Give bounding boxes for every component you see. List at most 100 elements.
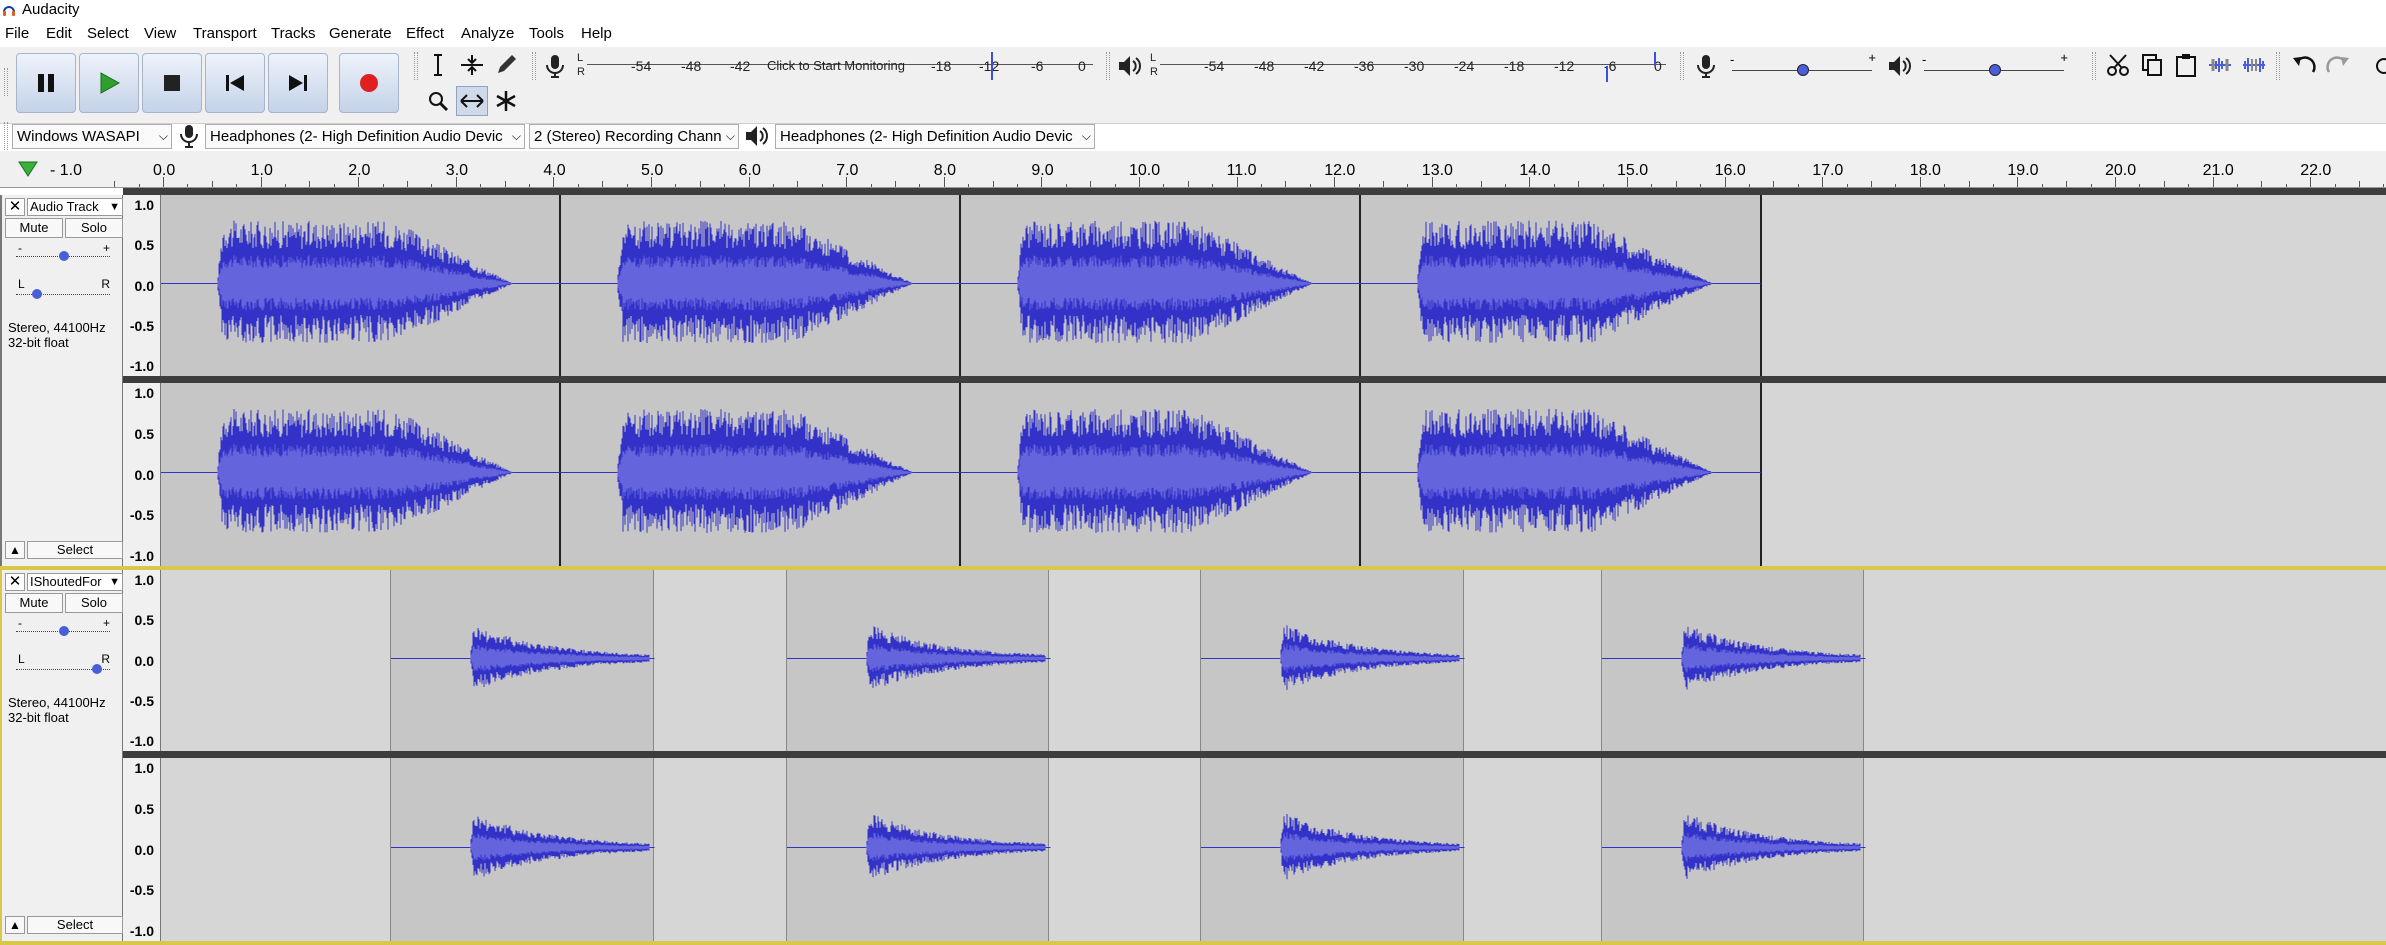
- toolbar-grip[interactable]: [2092, 52, 2096, 80]
- mute-button[interactable]: Mute: [5, 593, 63, 613]
- skip-to-end-button[interactable]: [268, 53, 328, 113]
- audio-clip[interactable]: [785, 570, 1051, 751]
- microphone-icon[interactable]: [543, 53, 567, 79]
- audio-clip[interactable]: [161, 195, 562, 376]
- toolbar-grip[interactable]: [1106, 52, 1110, 80]
- menu-effect[interactable]: Effect: [406, 25, 444, 42]
- toolbar-grip[interactable]: [414, 52, 418, 80]
- amplitude-ruler[interactable]: 1.0 0.5 0.0 -0.5 -1.0: [123, 383, 161, 566]
- menu-select[interactable]: Select: [87, 25, 129, 42]
- zoom-tool-button[interactable]: [422, 86, 454, 116]
- audio-clip[interactable]: [390, 570, 655, 751]
- collapse-track-button[interactable]: ▲: [5, 916, 25, 934]
- amplitude-ruler[interactable]: 1.0 0.5 0.0 -0.5 -1.0: [123, 570, 161, 751]
- audio-clip[interactable]: [561, 195, 962, 376]
- envelope-tool-button[interactable]: [456, 50, 488, 80]
- menu-file[interactable]: File: [5, 25, 29, 42]
- draw-tool-button[interactable]: [490, 50, 522, 80]
- menu-analyze[interactable]: Analyze: [461, 25, 514, 42]
- audio-channel[interactable]: [161, 195, 2386, 376]
- track-name-menu[interactable]: Audio Track ▼: [27, 198, 123, 216]
- timeline-ruler[interactable]: - 1.0 0.0 1.0 2.0 3.0 4.0 5.0 6.0 7.0 8.0 9.0 10.0 1…: [0, 151, 2386, 188]
- toolbar-grip[interactable]: [532, 52, 536, 80]
- audio-clip[interactable]: [785, 758, 1051, 941]
- audio-clip[interactable]: [1361, 383, 1762, 566]
- menu-edit[interactable]: Edit: [46, 25, 72, 42]
- audio-clip[interactable]: [1600, 570, 1866, 751]
- menu-help[interactable]: Help: [581, 25, 612, 42]
- speaker-icon[interactable]: [1116, 53, 1142, 79]
- audio-host-select[interactable]: Windows WASAPI ⌵: [12, 124, 172, 149]
- undo-button[interactable]: [2288, 50, 2320, 80]
- audio-clip[interactable]: [390, 758, 655, 941]
- audio-clip[interactable]: [1200, 570, 1465, 751]
- gain-slider[interactable]: - +: [8, 241, 112, 265]
- toolbar-grip[interactable]: [4, 122, 8, 150]
- record-meter[interactable]: L R -54 -48 -42 Click to Start Monitorin…: [575, 50, 1095, 82]
- stop-button[interactable]: [142, 53, 202, 113]
- playback-device-select[interactable]: Headphones (2- High Definition Audio Dev…: [775, 124, 1095, 149]
- close-track-button[interactable]: ✕: [5, 573, 25, 591]
- gain-minus: -: [18, 616, 22, 630]
- solo-button[interactable]: Solo: [65, 593, 123, 613]
- audio-clip[interactable]: [1600, 758, 1866, 941]
- recording-volume-slider[interactable]: - +: [1724, 50, 1880, 80]
- selection-tool-button[interactable]: [422, 50, 454, 80]
- menu-transport[interactable]: Transport: [193, 25, 257, 42]
- multi-tool-button[interactable]: [490, 86, 522, 116]
- ruler-label: 2.0: [348, 162, 371, 179]
- toolbar-grip[interactable]: [2276, 52, 2280, 80]
- skip-to-start-button[interactable]: [205, 53, 265, 113]
- audio-clip[interactable]: [961, 383, 1362, 566]
- redo-button[interactable]: [2322, 50, 2354, 80]
- toolbar-grip[interactable]: [1680, 52, 1684, 80]
- cut-button[interactable]: [2102, 50, 2134, 80]
- select-track-button[interactable]: Select: [27, 541, 123, 559]
- record-button[interactable]: [339, 53, 399, 113]
- audio-clip[interactable]: [1200, 758, 1465, 941]
- play-button[interactable]: [79, 53, 139, 113]
- collapse-track-button[interactable]: ▲: [5, 541, 25, 559]
- audio-clip[interactable]: [1361, 195, 1762, 376]
- paste-button[interactable]: [2170, 50, 2202, 80]
- amplitude-label: 0.0: [134, 466, 154, 483]
- track-control-panel[interactable]: ✕ IShoutedFor ▼ Mute Solo - + L R Stereo,…: [0, 570, 123, 941]
- menu-generate[interactable]: Generate: [329, 25, 392, 42]
- recording-device-select[interactable]: Headphones (2- High Definition Audio Dev…: [205, 124, 525, 149]
- track-control-panel[interactable]: ✕ Audio Track ▼ Mute Solo - + L R Stereo,…: [0, 195, 123, 566]
- playback-volume-slider[interactable]: - +: [1916, 50, 2072, 80]
- toolbar-grip[interactable]: [4, 68, 8, 96]
- audio-channel[interactable]: [161, 383, 2386, 566]
- play-head-triangle-icon[interactable]: [18, 160, 38, 178]
- menu-tools[interactable]: Tools: [529, 25, 564, 42]
- close-track-button[interactable]: ✕: [5, 198, 25, 216]
- copy-button[interactable]: [2136, 50, 2168, 80]
- menu-view[interactable]: View: [144, 25, 176, 42]
- audio-clip[interactable]: [161, 383, 562, 566]
- zoom-in-icon[interactable]: [2374, 56, 2386, 78]
- pause-button[interactable]: [16, 53, 76, 113]
- mute-button[interactable]: Mute: [5, 218, 63, 238]
- track-name: IShoutedFor: [30, 574, 102, 589]
- track-name-menu[interactable]: IShoutedFor ▼: [27, 573, 123, 591]
- time-shift-tool-button[interactable]: [456, 86, 488, 116]
- audio-channel[interactable]: [161, 570, 2386, 751]
- pan-slider[interactable]: L R: [8, 277, 112, 301]
- silence-audio-button[interactable]: [2238, 50, 2270, 80]
- ruler-minor-tick: [1383, 181, 1384, 187]
- select-track-button[interactable]: Select: [27, 916, 123, 934]
- trim-audio-button[interactable]: [2204, 50, 2236, 80]
- amplitude-ruler[interactable]: 1.0 0.5 0.0 -0.5 -1.0: [123, 758, 161, 941]
- recording-channels-select[interactable]: 2 (Stereo) Recording Chann ⌵: [529, 124, 739, 149]
- pan-slider[interactable]: L R: [8, 652, 112, 676]
- solo-button[interactable]: Solo: [65, 218, 123, 238]
- gain-slider[interactable]: - +: [8, 616, 112, 640]
- audio-clip[interactable]: [561, 383, 962, 566]
- amplitude-ruler[interactable]: 1.0 0.5 0.0 -0.5 -1.0: [123, 195, 161, 376]
- ruler-label: 21.0: [2202, 162, 2234, 179]
- click-to-start-monitoring[interactable]: Click to Start Monitoring: [767, 58, 905, 73]
- audio-clip[interactable]: [961, 195, 1362, 376]
- audio-channel[interactable]: [161, 758, 2386, 941]
- menu-tracks[interactable]: Tracks: [271, 25, 315, 42]
- playback-meter[interactable]: L R -54 -48 -42 -36 -30 -24 -18 -12 -6 0: [1148, 50, 1668, 82]
